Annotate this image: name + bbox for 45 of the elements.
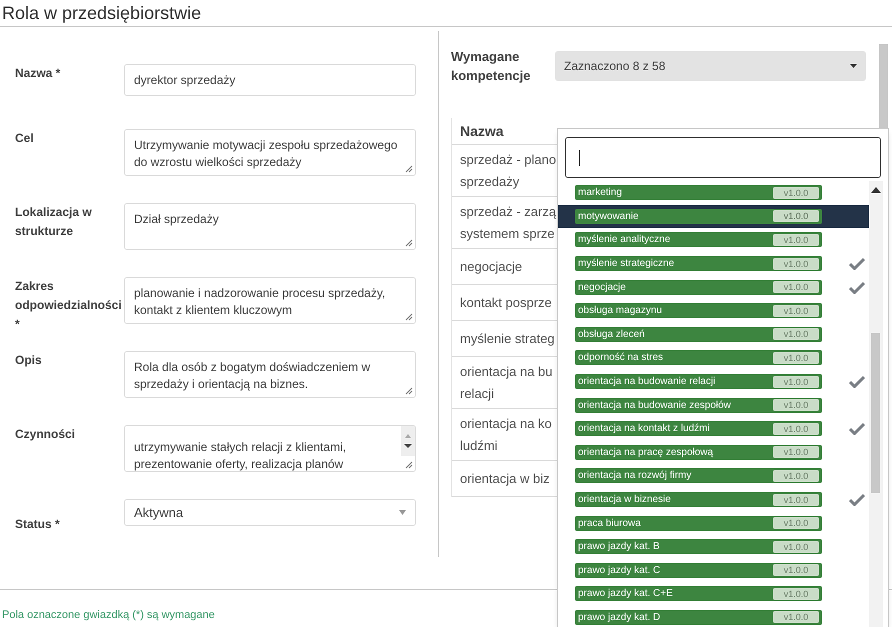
table-cell-text: orientacja na ko ludźmi (460, 414, 552, 454)
text-area[interactable]: Dział sprzedaży (124, 203, 416, 250)
checkmark-icon (849, 375, 865, 388)
scrollbar-thumb[interactable] (871, 333, 880, 493)
checkmark-icon (849, 493, 865, 506)
dropdown-scrollbar[interactable] (869, 181, 883, 627)
name-field[interactable]: dyrektor sprzedaży (124, 64, 416, 96)
field-label: Wymagane kompetencje (451, 48, 532, 85)
field-label: Zakres odpowiedzialności * (15, 279, 122, 331)
resize-handle-icon[interactable] (405, 313, 413, 321)
text-area[interactable]: Rola dla osób z bogatym doświadczeniem w sprzedaży i orientacją na biznes. (124, 351, 416, 398)
text-area[interactable]: planowanie i nadzorowanie procesu sprzedaży, kontakt z klientem kluczowym (124, 277, 416, 324)
caret-icon (399, 510, 406, 515)
table-cell-text: orientacja na bu relacji (460, 362, 553, 403)
page-scrollbar[interactable] (879, 44, 888, 128)
table-cell-text: sprzedaż - zarzą systemem sprze (460, 202, 556, 243)
field-label: Opis (15, 353, 42, 367)
scroll-arrows-icon[interactable] (401, 426, 415, 456)
checkmark-icon (849, 257, 865, 270)
caret-icon (850, 64, 857, 68)
scroll-up-icon[interactable] (871, 187, 881, 193)
field-label: Status * (15, 517, 60, 531)
field-label: Lokalizacja w strukturze (15, 205, 92, 238)
checkmark-icon (849, 422, 865, 436)
status-select[interactable]: Aktywna (124, 499, 416, 526)
resize-handle-icon[interactable] (405, 239, 413, 247)
field-label: Nazwa * (15, 66, 60, 80)
table-cell-text: kontakt posprze (460, 294, 552, 312)
field-label: Cel (15, 131, 34, 145)
search-field[interactable] (565, 137, 881, 178)
text-area[interactable]: Utrzymywanie motywacji zespołu sprzedażowego do wzrostu wielkości sprzedaży (124, 129, 416, 176)
resize-handle-icon[interactable] (405, 165, 413, 173)
competence-select[interactable]: Zaznaczono 8 z 58 (555, 51, 866, 81)
resize-handle-icon[interactable] (405, 461, 413, 469)
page-title: Rola w przedsiębiorstwie (2, 2, 202, 25)
table-cell-text: orientacja w biz (460, 470, 550, 488)
checkmark-icon (849, 280, 865, 294)
required-note: Pola oznaczone gwiazdką (*) są wymagane (2, 609, 215, 621)
competence-option[interactable]: motywowanie v1.0.0 (558, 204, 869, 228)
resize-handle-icon[interactable] (405, 387, 413, 395)
table-cell-text: myślenie strateg (460, 330, 555, 348)
table-cell-text: negocjacje (460, 258, 522, 276)
text-area[interactable]: utrzymywanie stałych relacji z klientami, prezentowanie oferty, realizacja planów (124, 425, 416, 472)
table-cell-text: sprzedaż - plano sprzedaży (460, 150, 556, 191)
field-label: Czynności (15, 427, 76, 441)
